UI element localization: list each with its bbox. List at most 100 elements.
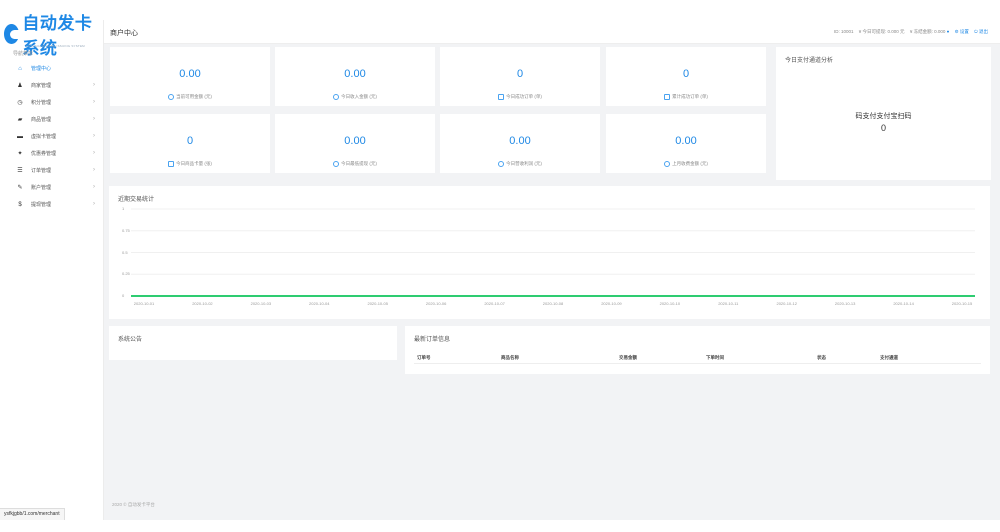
- chevron-right-icon: ›: [93, 133, 95, 139]
- sidebar-item[interactable]: ◷ 积分管理 ›: [0, 94, 104, 111]
- stat-label-row: 今日成功订单 (单): [440, 94, 600, 100]
- stat-value: 0.00: [509, 135, 531, 147]
- payment-channel-panel: 今日支付通道分析 码支付支付宝扫码 0: [776, 47, 991, 180]
- settings-link[interactable]: 设置: [960, 29, 969, 34]
- sidebar-item[interactable]: ♟ 商家管理 ›: [0, 77, 104, 94]
- sidebar-item-label: 优惠券管理: [31, 151, 57, 157]
- announcement-panel: 系统公告: [109, 326, 397, 360]
- stat-card: 0 今日成功订单 (单): [440, 47, 600, 106]
- app-frame: 自动发卡系统 AUTOMATIC CARD ISSUING SYSTEM 导航菜…: [0, 14, 1000, 520]
- stat-label: 今日收入金额 (元): [341, 94, 377, 100]
- shop-icon: ▰: [17, 117, 23, 123]
- rocket-icon: ✦: [17, 151, 23, 157]
- stat-label-row: 今日商品卡量 (张): [110, 161, 270, 167]
- nav-caption: 导航菜单: [13, 51, 34, 57]
- page-title: 商户中心: [110, 30, 138, 37]
- stat-card: 0.00 当前可用金额 (元): [110, 47, 270, 106]
- stat-card: 0.00 今日最低提现 (元): [275, 114, 435, 173]
- orders-column-header: 状态: [817, 355, 826, 360]
- stat-label: 今日最低提现 (元): [341, 161, 377, 167]
- orders-title: 最新订单信息: [414, 337, 451, 343]
- stat-label-row: 上月收费金额 (元): [606, 161, 766, 167]
- sidebar-item-label: 商家管理: [31, 83, 52, 89]
- coin-icon: [333, 161, 340, 167]
- stat-card: 0.00 上月收费金额 (元): [606, 114, 766, 173]
- announcement-title: 系统公告: [118, 337, 143, 343]
- logo-icon: [4, 24, 23, 44]
- available-balance: ¥ 今日可提现: 0.000 元: [858, 29, 905, 34]
- chevron-right-icon: ›: [93, 116, 95, 122]
- chevron-right-icon: ›: [93, 99, 95, 105]
- card-icon: ▬: [17, 133, 23, 140]
- order-icon: [498, 94, 505, 100]
- stat-label: 今日成功订单 (单): [506, 94, 542, 100]
- logout-link[interactable]: 退出: [979, 29, 988, 34]
- chevron-right-icon: ›: [93, 82, 95, 88]
- logo-text: 自动发卡系统: [22, 14, 93, 58]
- logo[interactable]: 自动发卡系统: [4, 14, 103, 58]
- account-summary: ID: 10001 ¥ 今日可提现: 0.000 元 ¥ 冻结金额: 0.000…: [834, 29, 988, 35]
- stat-label: 累计成功订单 (单): [672, 94, 708, 100]
- chevron-right-icon: ›: [93, 201, 95, 207]
- sidebar-item[interactable]: ▬ 虚拟卡管理 ›: [0, 128, 104, 145]
- home-icon: ⌂: [18, 65, 22, 72]
- stat-card: 0 今日商品卡量 (张): [110, 114, 270, 173]
- sidebar-item[interactable]: ☰ 订单管理 ›: [0, 162, 104, 179]
- stat-label-row: 今日营收利润 (元): [440, 161, 600, 167]
- logout-icon: ⏻: [974, 29, 978, 34]
- stat-value: 0.00: [344, 135, 366, 147]
- coin-icon: [168, 94, 175, 100]
- orders-column-header: 订单号: [417, 355, 431, 360]
- frozen-balance: ¥ 冻结金额: 0.000: [909, 29, 946, 34]
- orders-column-header: 支付通道: [880, 355, 898, 360]
- chevron-right-icon: ›: [93, 184, 95, 190]
- card-icon: [168, 161, 175, 167]
- sidebar-item-label: 账户管理: [31, 185, 52, 191]
- coin-icon: [333, 94, 340, 100]
- logo-subtitle: AUTOMATIC CARD ISSUING SYSTEM: [26, 44, 85, 48]
- stat-value: 0: [516, 68, 524, 80]
- stat-label-row: 累计成功订单 (单): [606, 94, 766, 100]
- box-icon: [498, 161, 505, 167]
- sidebar-item[interactable]: $ 提现管理 ›: [0, 196, 104, 213]
- stat-label: 上月收费金额 (元): [672, 161, 708, 167]
- trade-chart-panel: 近期交易统计 1 0.75 0.5 0.25 0 2020-10-01 2020-10-02…: [109, 186, 990, 319]
- user-icon: ♟: [17, 83, 23, 89]
- footer-copyright: 2020 © 自动发卡平台: [112, 502, 155, 507]
- tools-icon: ✎: [17, 185, 23, 191]
- sidebar-item-label: 商品管理: [31, 117, 52, 123]
- stat-card: 0.00 今日收入金额 (元): [275, 47, 435, 106]
- sidebar-item[interactable]: ▰ 商品管理 ›: [0, 111, 104, 128]
- latest-orders-panel: 最新订单信息 订单号 商品名称 交易金额 下单时间 状态 支付通道: [405, 326, 990, 374]
- merchant-id: ID: 10001: [834, 29, 854, 34]
- stat-label-row: 今日收入金额 (元): [275, 94, 435, 100]
- chevron-right-icon: ›: [93, 167, 95, 173]
- trade-line-chart: [131, 208, 975, 297]
- channel-value: 0: [880, 123, 886, 133]
- stat-label: 今日营收利润 (元): [506, 161, 542, 167]
- status-url: ysfkjgbb/1.com/merchant: [0, 508, 65, 520]
- info-icon[interactable]: ●: [947, 29, 950, 34]
- sidebar-item-label: 虚拟卡管理: [31, 134, 57, 140]
- orders-column-header: 下单时间: [706, 355, 724, 360]
- list-icon: ☰: [17, 168, 23, 174]
- orders-column-header: 交易金额: [619, 355, 637, 360]
- sidebar-item[interactable]: ⌂ 管理中心: [0, 60, 104, 77]
- sidebar-item[interactable]: ✦ 优惠券管理 ›: [0, 145, 104, 162]
- stat-value: 0: [682, 68, 690, 80]
- sidebar-item-label: 管理中心: [31, 66, 52, 72]
- stat-label-row: 今日最低提现 (元): [275, 161, 435, 167]
- orders-table-header: 订单号 商品名称 交易金额 下单时间 状态 支付通道: [414, 352, 981, 364]
- channel-name: 码支付支付宝扫码: [855, 113, 912, 120]
- order-icon: [664, 94, 671, 100]
- stat-label: 今日商品卡量 (张): [176, 161, 212, 167]
- stat-label-row: 当前可用金额 (元): [110, 94, 270, 100]
- stat-value: 0.00: [179, 68, 201, 80]
- sidebar-item[interactable]: ✎ 账户管理 ›: [0, 179, 104, 196]
- stat-value: 0.00: [675, 135, 697, 147]
- stat-card: 0 累计成功订单 (单): [606, 47, 766, 106]
- stat-value: 0.00: [344, 68, 366, 80]
- sidebar-nav: ⌂ 管理中心 ♟ 商家管理 › ◷ 积分管理 › ▰ 商品管理 › ▬ 虚拟卡管理 › ✦ 优惠券管理 › ☰ 订单…: [0, 60, 104, 213]
- sidebar-item-label: 积分管理: [31, 100, 52, 106]
- dollar-icon: $: [18, 201, 22, 208]
